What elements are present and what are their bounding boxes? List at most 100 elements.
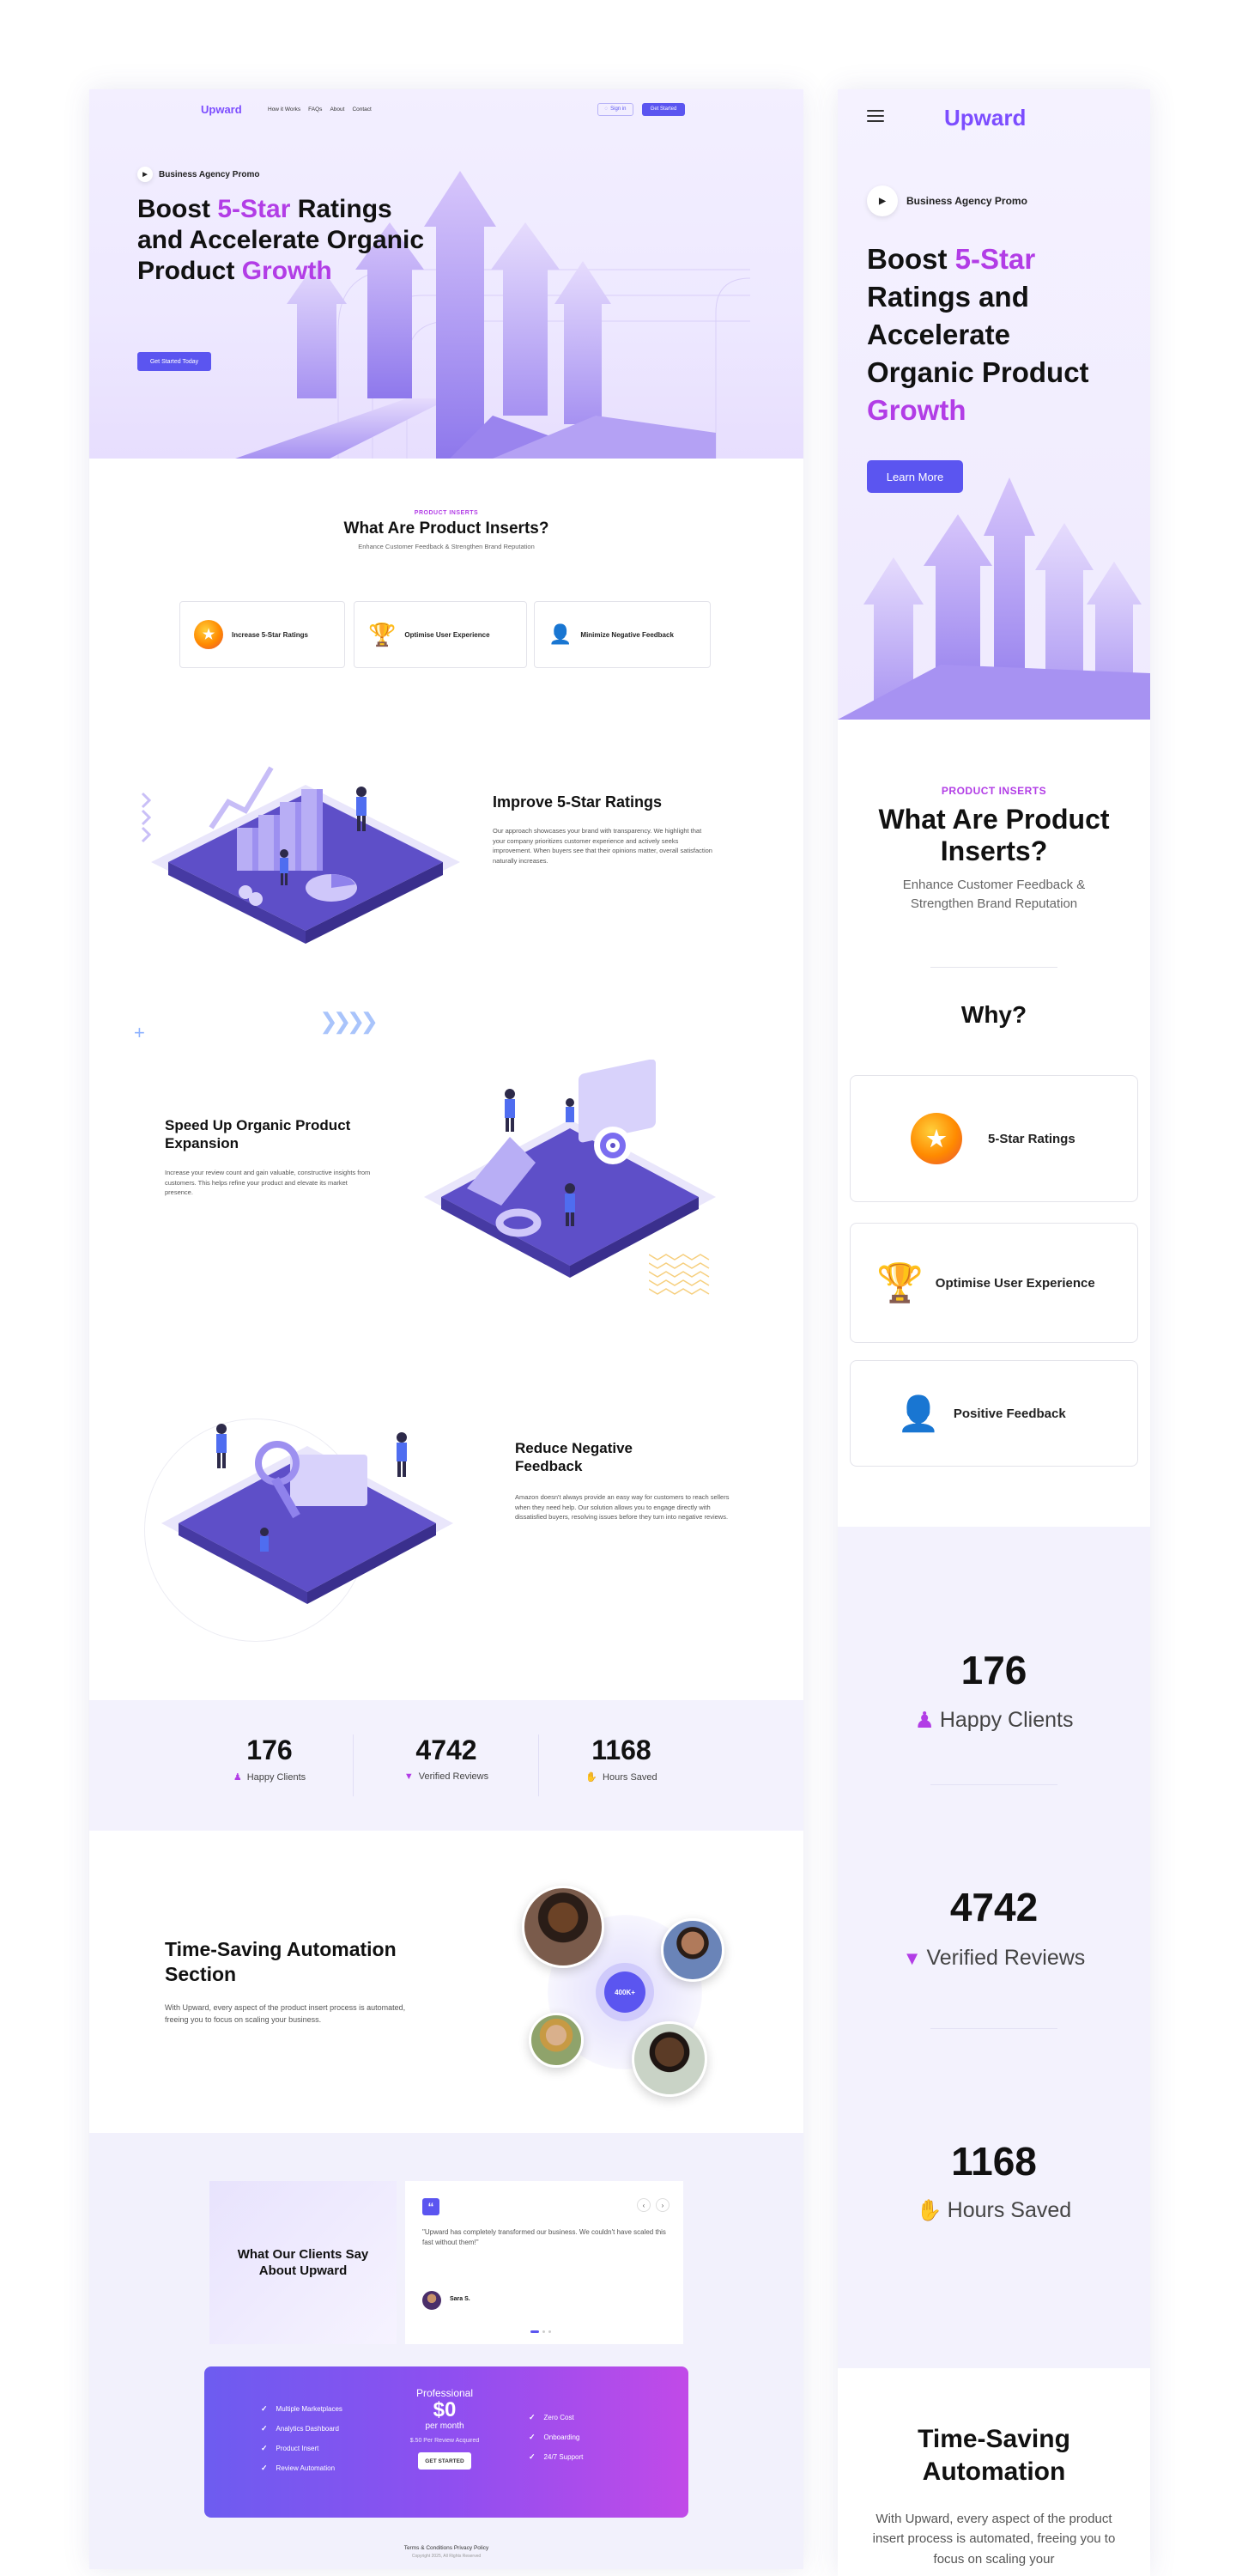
prev-arrow-icon[interactable]: ‹ (637, 2198, 651, 2212)
person-icon: ♟ (233, 1772, 242, 1783)
ratings-illustration (141, 766, 460, 944)
mobile-why-title: Why? (960, 1001, 1027, 1028)
mobile-automation-body: With Upward, every aspect of the product… (872, 2512, 1116, 2567)
insert-card-experience: 🏆 Optimise User Experience (354, 601, 527, 668)
footer-copyright: Copyright 2025, All Rights Reserved (411, 2554, 482, 2559)
chevrons-decoration: ❯❯❯❯ (319, 1008, 379, 1034)
user-icon: ◌ (604, 106, 609, 112)
next-arrow-icon[interactable]: › (656, 2198, 670, 2212)
hero-badge-text: Business Agency Promo (159, 169, 260, 179)
arrows-illustration (235, 171, 751, 459)
feature-ratings-title: Improve 5-Star Ratings (493, 793, 663, 811)
person-stars-icon: 👤 (897, 1394, 940, 1433)
count-badge: 400K+ (604, 1971, 645, 2013)
footer: Terms & Conditions Privacy Policy Copyri… (89, 2538, 803, 2569)
star-badge-icon: ★ (194, 620, 223, 649)
zigzag-decoration (649, 1254, 710, 1295)
hand-coin-icon: ✋ (585, 1772, 598, 1783)
mobile-stats-band: 176 ♟ Happy Clients 4742 ▼ Verified Review… (838, 1527, 1150, 2368)
plan-period: per month (425, 2421, 464, 2432)
plan-price: $0 (433, 2398, 457, 2421)
feedback-illustration (161, 1424, 453, 1604)
plus-decoration: + (134, 1022, 145, 1043)
check-icon: ✓ (529, 2433, 536, 2441)
mobile-arrows-illustration (838, 477, 1150, 720)
avatar-client-2 (661, 1918, 724, 1982)
play-icon[interactable]: ▶ (137, 167, 153, 182)
author-avatar (422, 2291, 441, 2310)
pricing-center: Professional $0 per month $.50 Per Revie… (376, 2387, 513, 2470)
nav-link-faqs[interactable]: FAQs (308, 106, 322, 112)
mobile-stat-hours-saved: 1168 ✋ Hours Saved (916, 2139, 1072, 2222)
nav-link-about[interactable]: About (330, 106, 344, 112)
testimonials-title-card: What Our Clients Say About Upward (209, 2181, 397, 2344)
person-stars-icon: 👤 (548, 623, 573, 645)
pricing-right-features: ✓ Zero Cost ✓ Onboarding ✓ 24/7 Support (529, 2413, 584, 2461)
footer-links[interactable]: Terms & Conditions Privacy Policy (89, 2545, 803, 2551)
mobile-inserts-header: PRODUCT INSERTS What Are Product Inserts… (838, 785, 1150, 914)
check-icon: ✓ (261, 2424, 268, 2433)
person-icon: ♟ (914, 1707, 935, 1733)
testimonials-title: What Our Clients Say About Upward (237, 2246, 369, 2279)
mobile-page: Upward ▶ Business Agency Promo Boost 5-St… (838, 89, 1150, 2576)
nav-links: How it Works FAQs About Contact (268, 106, 372, 112)
inserts-title: What Are Product Inserts? (343, 519, 549, 538)
mobile-stat-happy-clients: 176 ♟ Happy Clients (914, 1648, 1074, 1733)
trophy-icon: 🏆 (876, 1262, 924, 1304)
mobile-stat-verified-reviews: 4742 ▼ Verified Reviews (902, 1885, 1086, 1970)
nav-link-contact[interactable]: Contact (352, 106, 371, 112)
feature-negative-title: Reduce Negative Feedback (515, 1440, 633, 1475)
feature-negative-body: Amazon doesn't always provide an easy wa… (515, 1493, 730, 1522)
testimonial-quote: "Upward has completely transformed our b… (422, 2228, 666, 2247)
inserts-eyebrow: PRODUCT INSERTS (414, 510, 479, 516)
get-started-button[interactable]: Get Started (642, 102, 685, 116)
play-icon[interactable]: ▶ (867, 185, 898, 216)
logo[interactable]: Upward (201, 103, 242, 116)
carousel-dots[interactable] (530, 2330, 551, 2333)
mobile-card-ratings: ★ 5-Star Ratings (850, 1075, 1138, 1202)
check-icon: ✓ (529, 2452, 536, 2461)
signin-label: Sign in (610, 106, 627, 112)
feature-expansion-title: Speed Up Organic Product Expansion (165, 1117, 351, 1152)
feature-expansion-body: Increase your review count and gain valu… (165, 1169, 371, 1197)
stat-verified-reviews: 4742 ▼ Verified Reviews (403, 1735, 489, 1782)
stats-band: 176 ♟ Happy Clients 4742 ▼ Verified Review… (89, 1700, 803, 1831)
star-badge-icon: ★ (911, 1113, 962, 1164)
insert-card-negative: 👤 Minimize Negative Feedback (534, 601, 711, 668)
mobile-inserts-eyebrow: PRODUCT INSERTS (941, 785, 1047, 797)
avatar-client-1 (522, 1886, 604, 1968)
testimonial-author: Sara S. (450, 2296, 470, 2302)
trophy-icon: ▼ (902, 1947, 922, 1969)
mobile-logo[interactable]: Upward (944, 105, 1026, 131)
check-icon: ✓ (529, 2413, 536, 2421)
pricing-cta-button[interactable]: GET STARTED (418, 2452, 471, 2470)
automation-body: With Upward, every aspect of the product… (165, 2003, 406, 2024)
mobile-automation-title: Time-Saving Automation (918, 2425, 1070, 2486)
mobile-hero-title: Boost 5-Star Ratings and Accelerate Orga… (867, 243, 1089, 426)
hand-coin-icon: ✋ (916, 2199, 942, 2222)
automation-title: Time-Saving Automation Section (165, 1938, 397, 1985)
mobile-hero-badge: ▶ Business Agency Promo (867, 185, 1027, 216)
check-icon: ✓ (261, 2404, 268, 2413)
inserts-subtitle: Enhance Customer Feedback & Strengthen B… (358, 543, 535, 550)
mobile-card-feedback: 👤 Positive Feedback (850, 1360, 1138, 1467)
stat-hours-saved: 1168 ✋ Hours Saved (585, 1735, 657, 1783)
pricing-left-features: ✓ Multiple Marketplaces ✓ Analytics Dashbo… (261, 2404, 342, 2472)
mobile-inserts-subtitle: Enhance Customer Feedback & Strengthen B… (902, 877, 1086, 912)
feature-ratings-body: Our approach showcases your brand with t… (493, 827, 712, 865)
avatar-client-4 (632, 2021, 707, 2097)
avatar-client-3 (529, 2013, 584, 2068)
mobile-inserts-title: What Are Product Inserts? (878, 804, 1110, 866)
menu-icon[interactable] (867, 110, 884, 122)
quote-icon: “ (422, 2198, 439, 2215)
hero-cta-button[interactable]: Get Started Today (137, 352, 211, 371)
trophy-icon: 🏆 (368, 621, 397, 647)
insert-card-ratings: ★ Increase 5-Star Ratings (179, 601, 345, 668)
signin-button[interactable]: ◌ Sign in (597, 102, 633, 116)
hero-title: Boost 5-Star Ratings and Accelerate Orga… (137, 195, 425, 285)
nav-link-how-it-works[interactable]: How it Works (268, 106, 300, 112)
plan-name: Professional (415, 2387, 474, 2399)
hero-badge: ▶ Business Agency Promo (137, 165, 259, 182)
pricing-card: ✓ Multiple Marketplaces ✓ Analytics Dashbo… (204, 2366, 688, 2518)
top-nav: Upward How it Works FAQs About Contact ◌… (89, 100, 803, 118)
